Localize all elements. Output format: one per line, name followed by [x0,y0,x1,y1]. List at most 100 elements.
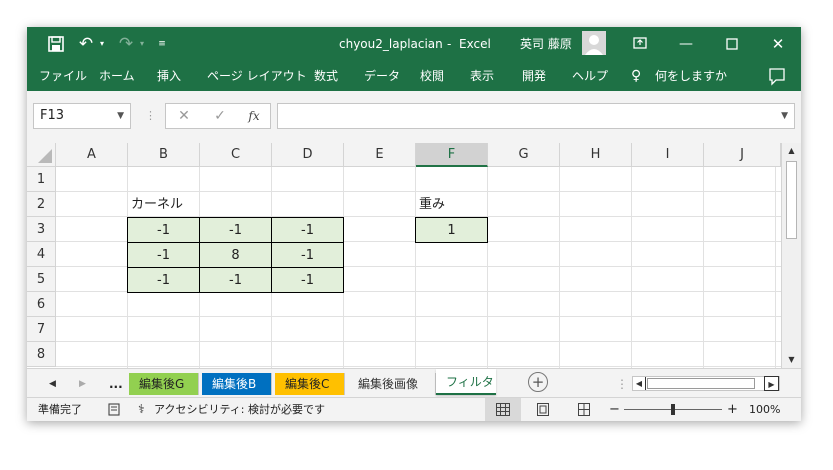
accessibility-icon[interactable]: ⚕ [138,398,145,421]
add-sheet-icon[interactable]: + [528,372,548,392]
tab-insert[interactable]: 挿入 [157,61,181,91]
tell-me-search[interactable]: 何をしますか [655,61,727,91]
kernel-cell-b5[interactable]: -1 [127,267,200,293]
select-all-corner[interactable] [27,143,56,167]
column-header-i[interactable]: I [632,143,704,167]
kernel-cell-b3[interactable]: -1 [127,217,200,243]
tab-view[interactable]: 表示 [470,61,494,91]
horizontal-scrollbar[interactable]: ◀ [632,376,780,391]
kernel-cell-d4[interactable]: -1 [271,242,344,268]
tab-file[interactable]: ファイル [39,61,87,91]
zoom-slider[interactable] [624,398,722,421]
comments-icon[interactable] [767,61,787,91]
window-title-separator: - [447,37,452,51]
tab-help[interactable]: ヘルプ [572,61,608,91]
row-header-6[interactable]: 6 [27,292,56,317]
cell-f2-weight-label[interactable]: 重み [419,192,485,217]
row-header-5[interactable]: 5 [27,267,56,292]
user-name[interactable]: 英司 藤原 [520,27,572,61]
redo-icon[interactable]: ↷ [115,27,137,61]
page-break-view-icon[interactable] [577,398,591,421]
lightbulb-icon: ♀ [631,68,642,84]
column-header-a[interactable]: A [56,143,128,167]
row-header-1[interactable]: 1 [27,167,56,192]
next-sheet-icon[interactable]: ▶ [79,373,86,395]
scroll-right-icon[interactable]: ▶ [764,376,779,391]
vertical-scrollbar[interactable]: ▲ ▼ [781,143,801,368]
column-header-b[interactable]: B [128,143,200,167]
sheet-tab-bar: ◀ ▶ ... 編集後G 編集後B 編集後C 編集後画像 フィルタ + ⋮ ◀ … [27,368,801,397]
row-header-3[interactable]: 3 [27,217,56,242]
tab-developer[interactable]: 開発 [522,61,546,91]
ribbon-display-icon[interactable] [631,27,649,61]
macro-record-icon[interactable] [107,398,121,421]
weight-cell-f3[interactable]: 1 [415,217,488,243]
excel-window: ↶ ▾ ↷ ▾ ≡ chyou2_laplacian - Excel 英司 藤原… [27,27,801,421]
name-box[interactable]: F13 ▼ [33,103,131,129]
kernel-cell-c5[interactable]: -1 [199,267,272,293]
chevron-down-icon[interactable]: ▼ [117,104,124,128]
zoom-in-button[interactable]: + [727,398,738,421]
row-header-8[interactable]: 8 [27,342,56,367]
sheet-tab-c[interactable]: 編集後C [275,373,345,395]
formula-buttons: ✕ ✓ fx [165,103,271,129]
zoom-out-button[interactable]: − [609,398,620,421]
kernel-cell-b4[interactable]: -1 [127,242,200,268]
sheet-tab-image[interactable]: 編集後画像 [348,373,436,395]
formula-input[interactable]: ▼ [277,103,795,129]
sheet-tab-filter[interactable]: フィルタ [436,369,496,395]
zoom-level[interactable]: 100% [749,398,780,421]
column-header-e[interactable]: E [344,143,416,167]
enter-icon[interactable]: ✓ [208,104,232,128]
tab-home[interactable]: ホーム [99,61,135,91]
undo-dropdown-icon[interactable]: ▾ [97,27,107,61]
zoom-slider-thumb[interactable] [671,404,675,415]
cancel-icon[interactable]: ✕ [172,104,196,128]
tab-splitter-icon[interactable]: ⋮ [616,373,628,395]
maximize-icon[interactable] [723,27,741,61]
window-title-app: Excel [459,37,491,51]
sheet-tab-more[interactable]: ... [99,373,133,395]
minimize-icon[interactable]: — [677,27,695,61]
h-scroll-thumb[interactable] [647,378,755,389]
expand-formula-icon[interactable]: ▼ [781,104,788,128]
undo-icon[interactable]: ↶ [75,27,97,61]
column-header-g[interactable]: G [488,143,560,167]
tab-page-layout[interactable]: ページ レイアウト [207,61,307,91]
sheet-tab-g[interactable]: 編集後G [129,373,199,395]
kernel-cell-c3[interactable]: -1 [199,217,272,243]
row-header-4[interactable]: 4 [27,242,56,267]
column-header-j[interactable]: J [704,143,781,167]
kernel-cell-d5[interactable]: -1 [271,267,344,293]
row-header-2[interactable]: 2 [27,192,56,217]
tab-data[interactable]: データ [364,61,400,91]
tab-formulas[interactable]: 数式 [314,61,338,91]
normal-view-button[interactable] [485,398,521,421]
scroll-up-icon[interactable]: ▲ [782,143,801,159]
scroll-down-icon[interactable]: ▼ [782,352,801,368]
title-bar: ↶ ▾ ↷ ▾ ≡ chyou2_laplacian - Excel 英司 藤原… [27,27,801,61]
save-icon[interactable] [45,27,67,61]
scroll-thumb[interactable] [786,161,797,239]
redo-dropdown-icon[interactable]: ▾ [137,27,147,61]
worksheet-grid[interactable]: A B C D E F G H I J 1 2 3 4 5 6 7 8 カーネル… [27,143,801,368]
insert-function-icon[interactable]: fx [242,104,266,128]
column-header-c[interactable]: C [200,143,272,167]
column-header-d[interactable]: D [272,143,344,167]
column-header-f[interactable]: F [416,143,488,167]
drag-handle-icon[interactable]: ⋮ [145,109,156,122]
tab-review[interactable]: 校閲 [420,61,444,91]
close-icon[interactable]: ✕ [769,27,787,61]
kernel-cell-c4[interactable]: 8 [199,242,272,268]
accessibility-status[interactable]: アクセシビリティ: 検討が必要です [154,398,325,421]
sheet-tab-b[interactable]: 編集後B [202,373,272,395]
cell-b2-kernel-label[interactable]: カーネル [131,192,231,217]
column-header-h[interactable]: H [560,143,632,167]
kernel-cell-d3[interactable]: -1 [271,217,344,243]
row-header-7[interactable]: 7 [27,317,56,342]
customize-toolbar-icon[interactable]: ≡ [155,27,169,61]
avatar[interactable] [581,27,607,61]
scroll-left-icon[interactable]: ◀ [633,377,646,390]
page-layout-view-icon[interactable] [536,398,550,421]
prev-sheet-icon[interactable]: ◀ [49,373,56,395]
